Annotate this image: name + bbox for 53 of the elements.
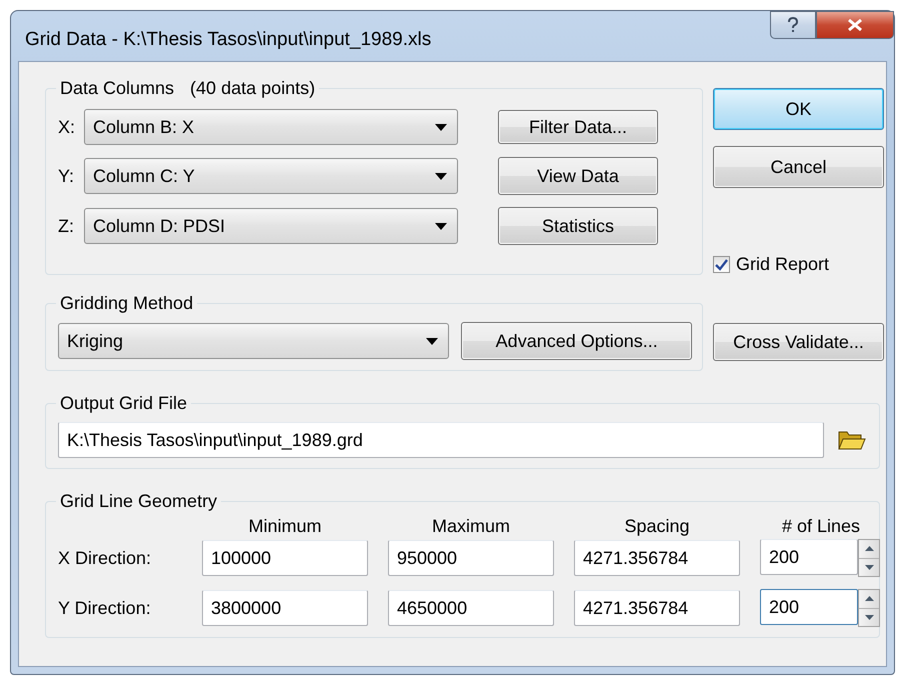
help-icon	[787, 17, 799, 33]
maximum-field[interactable]: 950000	[388, 540, 554, 576]
dropdown-arrow-icon	[435, 172, 447, 180]
close-button[interactable]	[816, 11, 894, 39]
up-arrow-icon	[864, 596, 874, 602]
group-title: Output Grid File	[59, 393, 188, 414]
down-arrow-icon	[864, 614, 874, 620]
lines-field[interactable]: 200	[760, 589, 858, 625]
spacing-field[interactable]: 4271.356784	[574, 540, 740, 576]
folder-icon[interactable]	[838, 429, 866, 451]
dropdown-arrow-icon	[426, 338, 438, 344]
file-path-field[interactable]: K:\Thesis Tasos\input\input_1989.grd	[58, 422, 824, 458]
group-title: Gridding Method	[59, 293, 194, 314]
advanced-options-button[interactable]: Advanced Options...	[461, 322, 692, 360]
cross-validate-button[interactable]: Cross Validate...	[713, 323, 884, 361]
down-arrow-icon	[864, 564, 874, 570]
minimum-field[interactable]: 100000	[202, 540, 368, 576]
check-icon	[715, 258, 728, 270]
maximum-field[interactable]: 4650000	[388, 590, 554, 626]
column-header: Spacing	[623, 516, 691, 537]
axis-label: X:	[58, 116, 76, 138]
column-dropdown[interactable]: Column B: X	[84, 109, 458, 145]
close-icon	[848, 19, 862, 31]
minimum-field[interactable]: 3800000	[202, 590, 368, 626]
checkbox[interactable]	[713, 256, 730, 273]
method-dropdown[interactable]: Kriging	[58, 323, 450, 359]
window-title: Grid Data - K:\Thesis Tasos\input\input_1989.xls	[25, 28, 432, 51]
action-button[interactable]: View Data	[498, 157, 658, 195]
action-button[interactable]: Filter Data...	[498, 110, 658, 144]
checkbox-label: Grid Report	[736, 254, 830, 275]
dialog-button[interactable]: Cancel	[713, 146, 884, 188]
row-label: X Direction:	[58, 548, 152, 568]
column-dropdown[interactable]: Column C: Y	[84, 158, 458, 194]
action-button[interactable]: Statistics	[498, 207, 658, 245]
column-header: # of Lines	[780, 516, 862, 537]
column-header: Minimum	[247, 516, 322, 537]
help-button[interactable]	[770, 11, 816, 39]
column-dropdown[interactable]: Column D: PDSI	[84, 208, 458, 244]
dialog-button[interactable]: OK	[713, 88, 884, 130]
dropdown-arrow-icon	[435, 222, 447, 230]
column-header: Maximum	[430, 516, 511, 537]
spinner[interactable]	[858, 589, 880, 627]
axis-label: Y:	[58, 166, 76, 186]
row-label: Y Direction:	[58, 598, 152, 618]
group-title: Data Columns	[60, 78, 174, 98]
group-title: Grid Line Geometry	[59, 491, 218, 512]
up-arrow-icon	[864, 546, 874, 552]
dropdown-arrow-icon	[435, 124, 447, 130]
axis-label: Z:	[58, 216, 75, 236]
spacing-field[interactable]: 4271.356784	[574, 590, 740, 626]
data-point-count: (40 data points)	[190, 78, 316, 98]
spinner[interactable]	[858, 539, 880, 577]
lines-field[interactable]: 200	[760, 539, 858, 575]
